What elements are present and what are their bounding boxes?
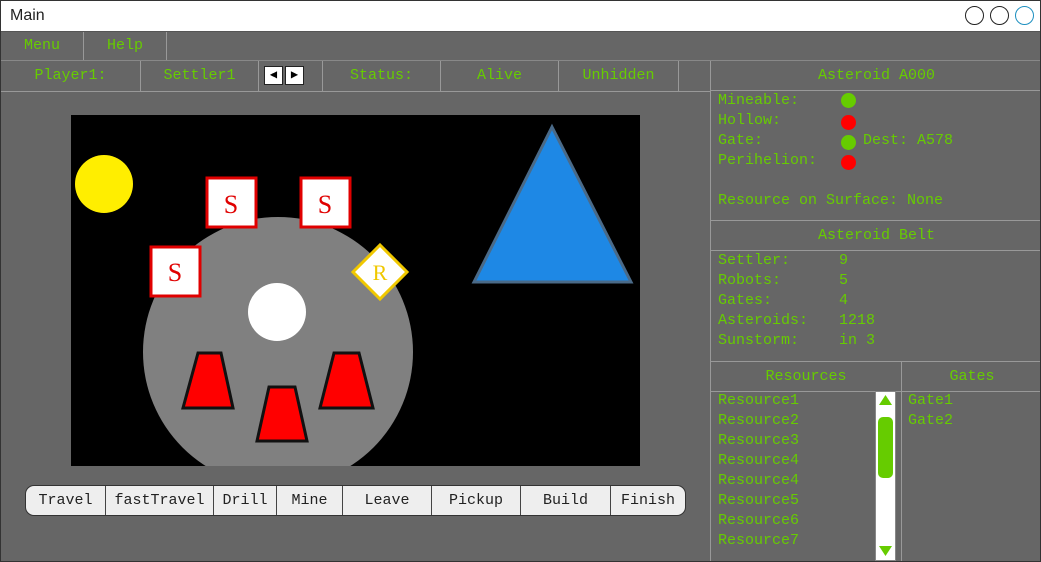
gate-triangle[interactable] xyxy=(471,123,634,284)
resource-item[interactable]: Resource1 xyxy=(718,391,799,411)
scroll-thumb[interactable] xyxy=(878,417,893,478)
next-settler-button[interactable]: ▶ xyxy=(285,66,304,85)
hollow-indicator-icon xyxy=(841,115,856,130)
perihelion-label: Perihelion: xyxy=(718,152,818,169)
finish-button[interactable]: Finish xyxy=(611,486,685,515)
svg-text:S: S xyxy=(224,190,238,219)
close-button[interactable] xyxy=(1015,6,1034,25)
settler-1[interactable]: S xyxy=(205,176,258,229)
game-canvas[interactable]: S S S R xyxy=(71,115,640,466)
status-label: Status: xyxy=(323,61,441,91)
drill-button[interactable]: Drill xyxy=(214,486,277,515)
asteroid-title: Asteroid A000 xyxy=(711,61,1040,91)
visibility-value: Unhidden xyxy=(559,61,679,91)
surface-resource-label: Resource on Surface: xyxy=(718,192,899,209)
gate-destination: Dest: A578 xyxy=(863,132,954,149)
resource-item[interactable]: Resource6 xyxy=(718,511,799,531)
title-bar: Main xyxy=(1,1,1040,32)
svg-text:S: S xyxy=(168,258,182,287)
gates-title: Gates xyxy=(902,362,1040,392)
surface-resource-value: None xyxy=(907,192,944,209)
belt-asteroids-value: 1218 xyxy=(839,312,876,329)
travel-button[interactable]: Travel xyxy=(26,486,106,515)
belt-gates-label: Gates: xyxy=(718,292,773,309)
status-value: Alive xyxy=(441,61,559,91)
belt-settler-value: 9 xyxy=(839,252,849,269)
gate-item[interactable]: Gate1 xyxy=(908,391,953,411)
settler-switcher: ◀ ▶ xyxy=(259,61,323,91)
player-status-bar: Player1: Settler1 ◀ ▶ Status: Alive Unhi… xyxy=(1,61,710,92)
perihelion-indicator-icon xyxy=(841,155,856,170)
resource-item[interactable]: Resource4 xyxy=(718,471,799,491)
scrollbar-graphics xyxy=(878,395,893,556)
mineable-indicator-icon xyxy=(841,93,856,108)
svg-text:S: S xyxy=(318,190,332,219)
resource-item[interactable]: Resource5 xyxy=(718,491,799,511)
belt-sunstorm-label: Sunstorm: xyxy=(718,332,800,349)
gate-row: Gate: xyxy=(718,131,763,151)
game-scene: S S S R xyxy=(75,123,634,466)
belt-sunstorm-value: in 3 xyxy=(839,332,876,349)
prev-settler-button[interactable]: ◀ xyxy=(264,66,283,85)
perihelion-row: Perihelion: xyxy=(718,151,817,171)
belt-robots-label: Robots: xyxy=(718,272,782,289)
minimize-button[interactable] xyxy=(965,6,984,25)
resource-item[interactable]: Resource2 xyxy=(718,411,799,431)
belt-robots-value: 5 xyxy=(839,272,849,289)
mineable-label: Mineable: xyxy=(718,92,800,109)
menu-bar: Menu Help xyxy=(1,32,1040,61)
resource-item[interactable]: Resource3 xyxy=(718,431,799,451)
window-title: Main xyxy=(10,7,45,24)
build-button[interactable]: Build xyxy=(521,486,611,515)
menu-item-menu[interactable]: Menu xyxy=(1,32,84,60)
belt-asteroids-label: Asteroids: xyxy=(718,312,809,329)
leave-button[interactable]: Leave xyxy=(343,486,432,515)
menu-item-help[interactable]: Help xyxy=(84,32,167,60)
resources-scrollbar[interactable] xyxy=(875,391,896,561)
belt-title: Asteroid Belt xyxy=(711,221,1040,251)
action-bar: Travel fastTravel Drill Mine Leave Picku… xyxy=(25,485,686,516)
scroll-up-icon[interactable] xyxy=(879,395,892,405)
gate-indicator-icon xyxy=(841,135,856,150)
settler-name: Settler1 xyxy=(141,61,259,91)
gate-label: Gate: xyxy=(718,132,764,149)
hollow-row: Hollow: xyxy=(718,111,781,131)
scroll-down-icon[interactable] xyxy=(879,546,892,556)
column-divider xyxy=(901,391,902,561)
pickup-button[interactable]: Pickup xyxy=(432,486,521,515)
player-label: Player1: xyxy=(1,61,141,91)
resource-item[interactable]: Resource7 xyxy=(718,531,799,551)
belt-settler-label: Settler: xyxy=(718,252,791,269)
svg-text:R: R xyxy=(373,260,388,285)
fast-travel-button[interactable]: fastTravel xyxy=(106,486,214,515)
surface-resource-row: Resource on Surface: None xyxy=(718,191,943,211)
hollow-label: Hollow: xyxy=(718,112,782,129)
resource-item[interactable]: Resource4 xyxy=(718,451,799,471)
belt-gates-value: 4 xyxy=(839,292,849,309)
mine-button[interactable]: Mine xyxy=(277,486,343,515)
maximize-button[interactable] xyxy=(990,6,1009,25)
sun-icon xyxy=(75,155,133,213)
mineable-row: Mineable: xyxy=(718,91,799,111)
resources-title: Resources xyxy=(711,362,902,392)
settler-3[interactable]: S xyxy=(149,245,202,298)
gate-item[interactable]: Gate2 xyxy=(908,411,953,431)
main-window: Main Menu Help Player1: Settler1 ◀ ▶ Sta… xyxy=(0,0,1041,562)
asteroid-core xyxy=(248,283,306,341)
settler-2[interactable]: S xyxy=(299,176,352,229)
